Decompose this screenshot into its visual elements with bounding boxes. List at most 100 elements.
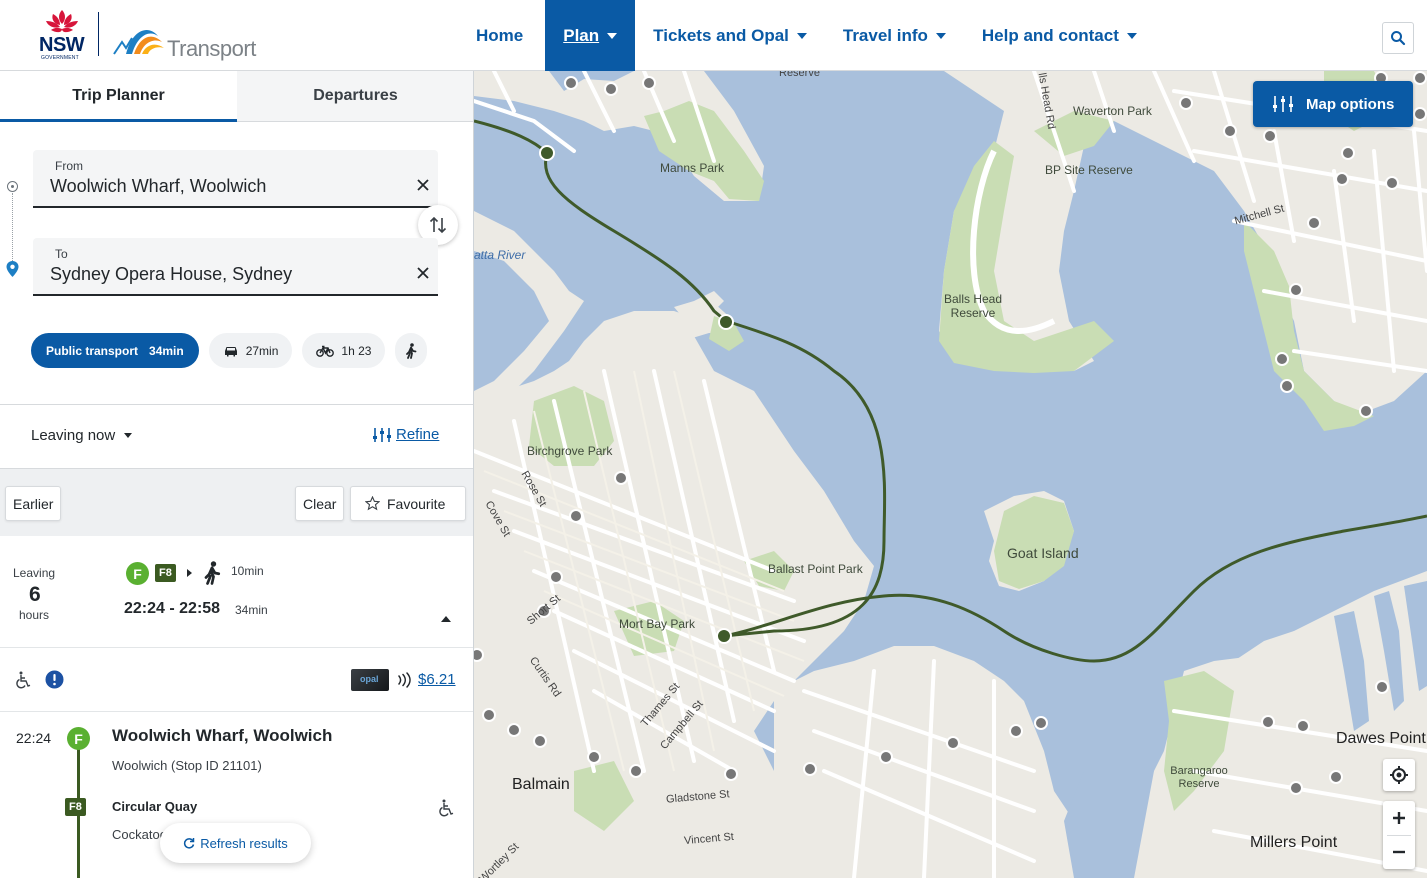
mode-car[interactable]: 27min — [208, 333, 293, 368]
origin-stop-id: Woolwich (Stop ID 21101) — [112, 758, 262, 773]
from-input[interactable]: Woolwich Wharf, Woolwich — [50, 176, 266, 197]
leaving-label: Leaving — [13, 566, 56, 580]
mode-public-transport[interactable]: Public transport 34min — [31, 333, 199, 368]
nav-tickets-label: Tickets and Opal — [653, 25, 789, 45]
favourite-label: Favourite — [387, 495, 446, 512]
bike-icon — [316, 345, 335, 357]
trip-planner-panel: Trip Planner Departures From Woolwich Wh… — [0, 71, 474, 878]
results-toolbar: Earlier Clear Favourite — [0, 468, 473, 536]
nav-tickets-and-opal[interactable]: Tickets and Opal — [635, 0, 825, 71]
nav-travel-info[interactable]: Travel info — [825, 0, 964, 71]
nav-home[interactable]: Home — [458, 0, 545, 71]
nav-plan-label: Plan — [563, 25, 600, 45]
nav-help-label: Help and contact — [981, 25, 1119, 45]
star-icon — [365, 496, 380, 511]
sliders-icon — [373, 427, 391, 442]
clear-button[interactable]: Clear — [295, 486, 345, 521]
leg-destination: Circular Quay — [112, 799, 198, 814]
nsw-wordmark: NSW — [39, 34, 85, 56]
river-label: atta River — [474, 248, 526, 262]
refresh-results-button[interactable]: Refresh results — [160, 823, 311, 863]
mode-bike-time: 1h 23 — [341, 343, 372, 358]
crosshair-icon — [1390, 766, 1408, 784]
street-label: Reserve — [779, 71, 820, 79]
origin-stop-name: Woolwich Wharf, Woolwich — [112, 726, 333, 745]
zoom-out-button[interactable] — [1383, 835, 1415, 869]
search-button[interactable] — [1382, 22, 1414, 54]
fare-row: opal $6.21 — [0, 648, 473, 712]
walking-person-icon — [406, 342, 417, 359]
nav-help-and-contact[interactable]: Help and contact — [964, 0, 1155, 71]
mode-car-time: 27min — [245, 343, 279, 358]
planner-tabs: Trip Planner Departures — [0, 71, 473, 122]
clear-to-icon[interactable] — [416, 266, 430, 280]
trip-map[interactable]: Manns Park Waverton Park BP Site Reserve… — [474, 71, 1427, 878]
chevron-down-icon — [124, 433, 133, 438]
minus-icon — [1393, 850, 1405, 854]
chevron-up-icon[interactable] — [441, 616, 451, 622]
refresh-icon — [184, 838, 195, 849]
walk-time: 10min — [231, 564, 264, 578]
park-label: Barangaroo Reserve — [1170, 765, 1228, 790]
nav-travel-info-label: Travel info — [842, 25, 928, 45]
park-label: Ballast Point Park — [768, 562, 863, 576]
leaving-now-label: Leaving now — [31, 427, 116, 444]
favourite-button[interactable]: Favourite — [350, 486, 466, 521]
leaving-in-unit: hours — [19, 608, 50, 622]
chevron-down-icon — [607, 32, 618, 39]
fare-link[interactable]: $6.21 — [418, 671, 456, 688]
site-header: NSW GOVERNMENT Transport Home Plan Ticke… — [0, 0, 1427, 71]
opal-card-text: opal — [360, 674, 379, 684]
park-label: BP Site Reserve — [1045, 163, 1133, 177]
route-connector — [12, 193, 13, 267]
map-canvas — [474, 71, 1427, 878]
leaving-now-dropdown[interactable]: Leaving now — [31, 427, 133, 444]
park-label: Manns Park — [660, 161, 725, 175]
park-label: Birchgrove Park — [527, 444, 613, 458]
park-label: Balls Head Reserve — [943, 292, 1003, 320]
to-field[interactable]: To Sydney Opera House, Sydney — [33, 238, 438, 296]
departure-time: 22:24 — [16, 730, 52, 746]
transport-wordmark: Transport — [167, 36, 256, 61]
earlier-button[interactable]: Earlier — [5, 486, 62, 521]
opal-card-icon: opal — [351, 669, 389, 691]
from-field[interactable]: From Woolwich Wharf, Woolwich — [33, 150, 438, 208]
refine-link[interactable]: Refine — [372, 426, 439, 443]
chevron-right-icon — [187, 569, 192, 577]
search-icon — [1391, 31, 1406, 46]
zoom-in-button[interactable] — [1383, 801, 1415, 835]
transport-logo[interactable]: Transport — [112, 20, 272, 64]
island-label: Goat Island — [1007, 545, 1079, 561]
mode-walk[interactable] — [395, 333, 428, 368]
tab-departures[interactable]: Departures — [237, 71, 473, 121]
locate-me-button[interactable] — [1383, 759, 1415, 791]
wheelchair-icon — [16, 671, 31, 689]
clear-from-icon[interactable] — [416, 178, 430, 192]
mode-public-transport-label: Public transport — [46, 343, 139, 358]
ferry-mode-badge: F — [67, 727, 90, 750]
walking-person-icon — [204, 561, 221, 585]
plus-icon — [1393, 812, 1405, 824]
to-input[interactable]: Sydney Opera House, Sydney — [50, 264, 292, 285]
route-f8-badge: F8 — [65, 798, 86, 816]
sliders-icon — [1273, 96, 1293, 112]
from-label: From — [55, 159, 83, 173]
trip-result-card[interactable]: Leaving 6 hours F F8 10min 22:24 - 22:58… — [0, 536, 473, 648]
location-pin-icon — [6, 261, 19, 277]
nsw-government-logo[interactable]: NSW GOVERNMENT — [36, 8, 92, 61]
suburb-label: Dawes Point — [1336, 730, 1426, 747]
park-label: Mort Bay Park — [619, 617, 696, 631]
main-nav: Home Plan Tickets and Opal Travel info H… — [458, 0, 1155, 71]
to-label: To — [55, 247, 68, 261]
alert-info-icon[interactable] — [45, 670, 64, 689]
map-options-label: Map options — [1306, 95, 1395, 113]
mode-bike[interactable]: 1h 23 — [302, 333, 386, 368]
ferry-mode-badge: F — [126, 562, 149, 585]
transport-swoosh-icon — [113, 30, 164, 55]
logo-divider — [98, 12, 99, 56]
suburb-label: Balmain — [512, 776, 570, 793]
nav-plan[interactable]: Plan — [545, 0, 636, 71]
tab-trip-planner[interactable]: Trip Planner — [0, 71, 237, 122]
suburb-label: Millers Point — [1250, 834, 1338, 851]
map-options-button[interactable]: Map options — [1253, 81, 1413, 127]
